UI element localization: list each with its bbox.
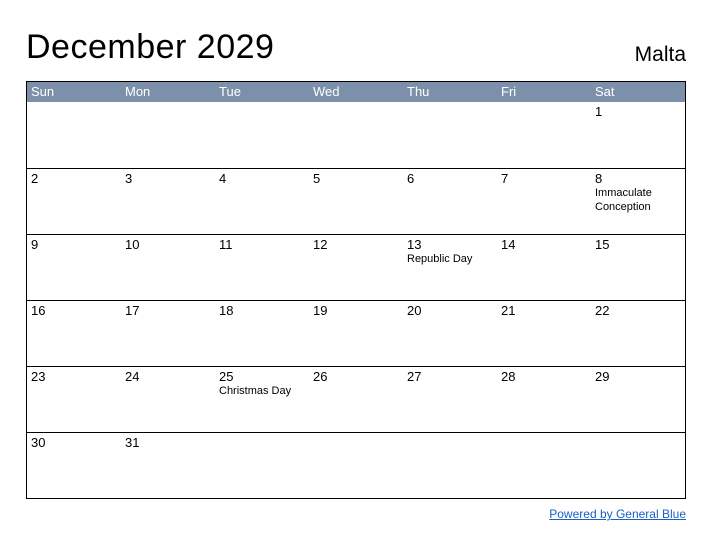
day-cell: 21 [497,301,591,366]
day-cell: 22 [591,301,685,366]
day-cell: 9 [27,235,121,300]
weekday-header: Tue [215,82,309,102]
day-number: 16 [31,303,117,318]
week-row: 2345678Immaculate Conception [27,168,685,234]
week-row: 23 24 25Christmas Day 26 27 28 29 [27,366,685,432]
day-number: 17 [125,303,211,318]
event-label: Immaculate Conception [595,187,681,215]
day-cell: 24 [121,367,215,432]
day-cell: 13Republic Day [403,235,497,300]
weekday-header: Wed [309,82,403,102]
day-number: 13 [407,237,493,252]
weekday-header-row: Sun Mon Tue Wed Thu Fri Sat [27,82,685,102]
event-label: Christmas Day [219,385,305,399]
day-cell [591,433,685,498]
day-cell: 14 [497,235,591,300]
day-number: 25 [219,369,305,384]
day-cell: 16 [27,301,121,366]
day-cell: 17 [121,301,215,366]
day-number: 20 [407,303,493,318]
powered-by-link[interactable]: Powered by General Blue [549,507,686,521]
day-number: 18 [219,303,305,318]
day-cell [27,102,121,168]
weekday-header: Fri [497,82,591,102]
month-year-title: December 2029 [26,28,274,67]
day-number: 22 [595,303,681,318]
day-cell [215,102,309,168]
weekday-header: Sun [27,82,121,102]
day-number: 21 [501,303,587,318]
day-cell: 2 [27,169,121,234]
footer: Powered by General Blue [26,505,686,523]
calendar-header: December 2029 Malta [26,28,686,67]
weekday-header: Mon [121,82,215,102]
day-number: 10 [125,237,211,252]
day-cell [309,102,403,168]
day-number: 26 [313,369,399,384]
day-cell: 11 [215,235,309,300]
day-number: 15 [595,237,681,252]
day-cell: 3 [121,169,215,234]
day-cell: 6 [403,169,497,234]
day-number: 29 [595,369,681,384]
day-number: 2 [31,171,117,186]
week-row: 16 17 18 19 20 21 22 [27,300,685,366]
day-number: 24 [125,369,211,384]
day-number: 30 [31,435,117,450]
day-cell: 26 [309,367,403,432]
day-cell: 10 [121,235,215,300]
day-cell: 18 [215,301,309,366]
weekday-header: Thu [403,82,497,102]
calendar-grid: Sun Mon Tue Wed Thu Fri Sat 12345678Imma… [26,81,686,499]
week-row: 1 [27,102,685,168]
day-cell: 27 [403,367,497,432]
day-cell [403,433,497,498]
day-number: 8 [595,171,681,186]
day-cell: 4 [215,169,309,234]
day-number: 4 [219,171,305,186]
day-number: 5 [313,171,399,186]
day-number: 23 [31,369,117,384]
day-number: 14 [501,237,587,252]
day-cell: 30 [27,433,121,498]
day-cell: 1 [591,102,685,168]
day-number: 7 [501,171,587,186]
day-number: 11 [219,237,305,252]
day-cell [309,433,403,498]
day-cell [215,433,309,498]
day-number: 3 [125,171,211,186]
week-row: 30 31 [27,432,685,498]
day-number: 31 [125,435,211,450]
day-cell [497,433,591,498]
day-number: 6 [407,171,493,186]
day-number: 27 [407,369,493,384]
region-label: Malta [635,43,686,67]
week-row: 9 10 11 12 13Republic Day 14 15 [27,234,685,300]
day-cell: 8Immaculate Conception [591,169,685,234]
day-cell: 23 [27,367,121,432]
day-number: 19 [313,303,399,318]
day-cell: 25Christmas Day [215,367,309,432]
day-number: 28 [501,369,587,384]
day-cell [403,102,497,168]
event-label: Republic Day [407,253,493,267]
day-cell: 15 [591,235,685,300]
day-number: 12 [313,237,399,252]
day-cell: 12 [309,235,403,300]
day-cell: 31 [121,433,215,498]
day-cell: 5 [309,169,403,234]
day-cell: 20 [403,301,497,366]
day-cell: 29 [591,367,685,432]
day-cell: 7 [497,169,591,234]
day-cell: 19 [309,301,403,366]
day-cell [497,102,591,168]
weeks-container: 12345678Immaculate Conception910111213Re… [27,102,685,498]
weekday-header: Sat [591,82,685,102]
day-cell [121,102,215,168]
day-number: 1 [595,104,681,119]
day-cell: 28 [497,367,591,432]
day-number: 9 [31,237,117,252]
